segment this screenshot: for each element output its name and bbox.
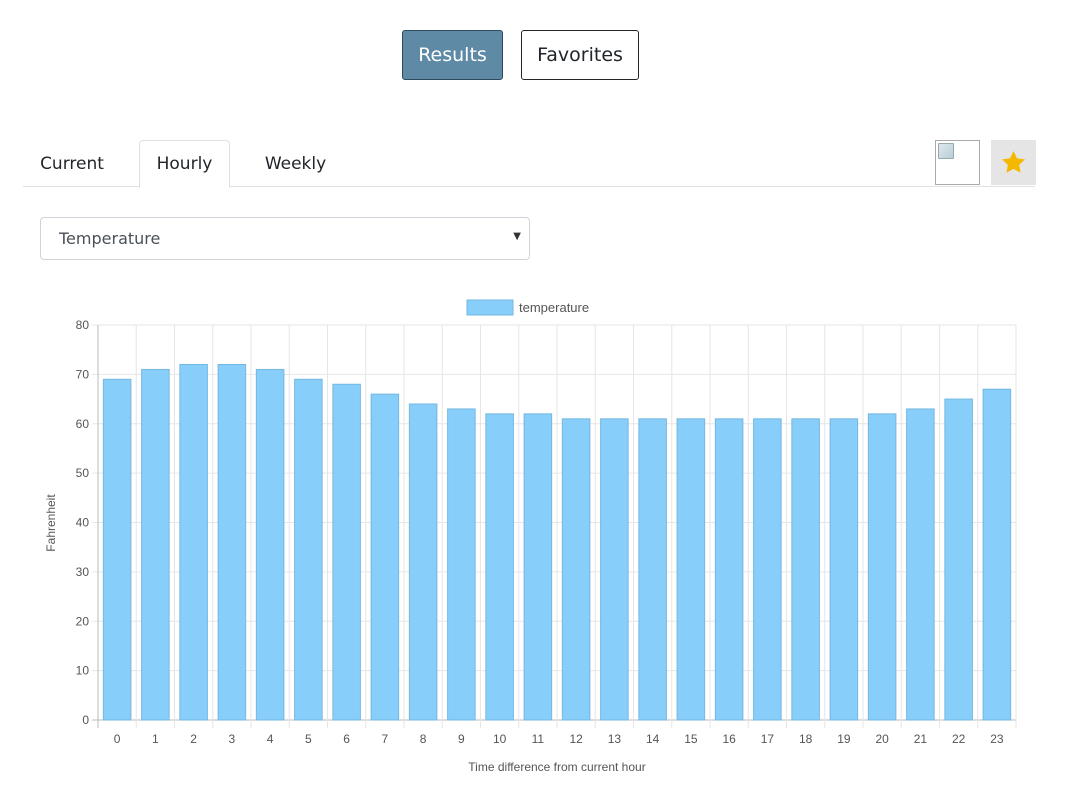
y-tick-label: 0 [82, 713, 89, 727]
metric-select-value: Temperature [59, 229, 161, 248]
x-tick-label: 5 [305, 732, 312, 746]
x-tick-label: 4 [267, 732, 274, 746]
x-tick-label: 2 [190, 732, 197, 746]
y-tick-label: 50 [76, 466, 90, 480]
x-tick-label: 0 [114, 732, 121, 746]
x-tick-label: 11 [532, 732, 545, 746]
y-tick-label: 20 [76, 614, 90, 628]
bar [294, 378, 323, 721]
favorites-button[interactable]: Favorites [521, 30, 639, 80]
y-axis-label: Fahrenheit [44, 494, 58, 552]
tweet-button[interactable] [935, 140, 980, 185]
star-icon [1002, 151, 1025, 173]
bar [867, 413, 897, 721]
tab-current[interactable]: Current [23, 140, 121, 187]
bar [485, 413, 514, 721]
bar [523, 413, 553, 721]
x-tick-label: 8 [420, 732, 427, 746]
bar [714, 418, 744, 721]
y-tick-label: 30 [76, 565, 90, 579]
temperature-chart: 010203040506070800 1 2 3 4 5 6 7 8 9 10 11 12 13 14 15 1… [44, 299, 1017, 774]
legend-swatch [466, 299, 514, 316]
legend-label: temperature [519, 300, 589, 315]
results-button[interactable]: Results [402, 30, 503, 80]
y-tick-label: 40 [76, 516, 90, 530]
bar [906, 408, 935, 721]
bar [217, 364, 247, 721]
bar [255, 368, 285, 721]
x-tick-label: 17 [761, 732, 775, 746]
x-tick-label: 1 [152, 732, 159, 746]
tab-bar: Current Hourly Weekly [23, 140, 1035, 188]
y-tick-label: 10 [76, 664, 90, 678]
bar [141, 368, 170, 721]
bar [370, 393, 400, 721]
bar [982, 388, 1012, 721]
bar [829, 418, 859, 721]
bar [179, 364, 208, 721]
bar [102, 378, 132, 721]
x-tick-label: 6 [343, 732, 350, 746]
broken-image-icon [938, 143, 954, 159]
x-tick-label: 22 [952, 732, 966, 746]
x-tick-label: 12 [569, 732, 583, 746]
bar [676, 418, 706, 721]
x-tick-label: 23 [990, 732, 1004, 746]
y-tick-label: 70 [76, 367, 90, 381]
x-tick-label: 10 [493, 732, 507, 746]
bar [753, 418, 782, 721]
x-tick-label: 14 [646, 732, 660, 746]
x-tick-label: 3 [229, 732, 236, 746]
x-axis-label: Time difference from current hour [468, 760, 645, 774]
bar [447, 408, 476, 721]
favorite-button[interactable] [991, 140, 1036, 185]
x-tick-label: 16 [722, 732, 736, 746]
x-tick-label: 19 [837, 732, 851, 746]
x-tick-label: 15 [684, 732, 698, 746]
metric-select[interactable]: Temperature ▼ [40, 217, 530, 260]
tab-weekly[interactable]: Weekly [248, 140, 343, 187]
bar [791, 418, 820, 721]
bar [638, 418, 667, 721]
bar [332, 383, 361, 721]
bar [561, 418, 591, 721]
x-tick-label: 9 [458, 732, 465, 746]
x-tick-label: 7 [382, 732, 389, 746]
chevron-down-icon: ▼ [513, 231, 521, 242]
bar [408, 403, 438, 721]
x-tick-label: 18 [799, 732, 813, 746]
y-tick-label: 60 [76, 417, 90, 431]
x-tick-label: 20 [875, 732, 889, 746]
x-tick-label: 13 [608, 732, 622, 746]
y-tick-label: 80 [76, 318, 90, 332]
x-tick-label: 21 [914, 732, 928, 746]
bar [600, 418, 629, 721]
bar [944, 398, 973, 721]
tab-hourly[interactable]: Hourly [139, 140, 230, 188]
